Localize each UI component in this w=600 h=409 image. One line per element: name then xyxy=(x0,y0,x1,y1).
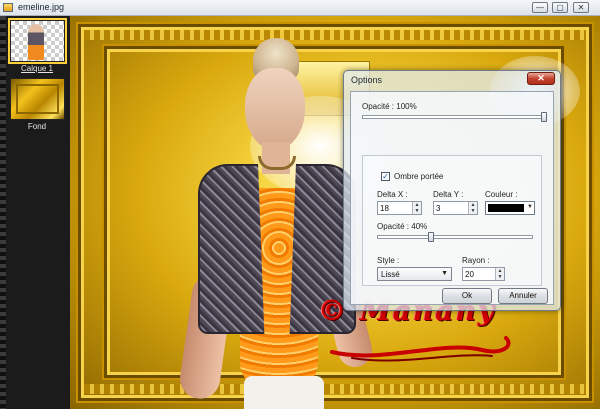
figure-face xyxy=(245,68,305,150)
layer-item-fond[interactable]: Fond xyxy=(6,78,68,131)
radius-label: Rayon : xyxy=(462,256,490,265)
restore-button[interactable]: ▢ xyxy=(552,2,568,13)
shadow-opacity-slider[interactable] xyxy=(377,235,533,239)
options-dialog: Options ✕ Opacité : 100% ✓ Ombre portée … xyxy=(343,70,561,311)
delta-y-value: 3 xyxy=(436,204,441,213)
opacity-label: Opacité : 100% xyxy=(362,102,417,111)
close-window-button[interactable]: ✕ xyxy=(573,2,589,13)
image-file-icon xyxy=(3,3,13,12)
layer-item-calque-1[interactable]: Calque 1 xyxy=(6,18,68,73)
figure-thumbnail-icon xyxy=(27,24,44,60)
shadow-group: ✓ Ombre portée Delta X : 18 ▲ ▼ Delta Y :… xyxy=(362,155,542,286)
minimize-button[interactable]: — xyxy=(532,2,548,13)
layer-thumbnail-calque-1[interactable] xyxy=(7,18,67,64)
app-window: emeline.jpg — ▢ ✕ Calque 1 Fond © Option… xyxy=(0,0,600,409)
layers-panel: Calque 1 Fond xyxy=(0,16,70,409)
opacity-slider-thumb[interactable] xyxy=(541,112,547,122)
layer-label: Calque 1 xyxy=(20,64,54,73)
window-title: emeline.jpg xyxy=(18,2,65,12)
delta-x-spinner[interactable]: 18 ▲ ▼ xyxy=(377,201,422,215)
opacity-slider[interactable] xyxy=(362,115,546,119)
ok-button[interactable]: Ok xyxy=(442,288,492,304)
delta-x-value: 18 xyxy=(380,204,389,213)
chevron-down-icon: ▼ xyxy=(527,204,533,210)
title-bar: emeline.jpg — ▢ ✕ xyxy=(0,0,600,16)
spinner-arrows-icon[interactable]: ▲ ▼ xyxy=(468,202,477,214)
style-value: Lissé xyxy=(381,270,400,279)
delta-x-label: Delta X : xyxy=(377,190,408,199)
style-select[interactable]: Lissé ▼ xyxy=(377,267,452,281)
layer-label: Fond xyxy=(27,122,47,131)
spinner-arrows-icon[interactable]: ▲ ▼ xyxy=(412,202,421,214)
film-strip-border xyxy=(0,16,6,409)
dialog-title: Options xyxy=(351,75,383,85)
shadow-opacity-slider-thumb[interactable] xyxy=(428,232,434,242)
layer-thumbnail-fond[interactable] xyxy=(9,78,65,120)
shadow-checkbox[interactable]: ✓ xyxy=(381,172,390,181)
shadow-opacity-label: Opacité : 40% xyxy=(377,222,428,231)
radius-value: 20 xyxy=(465,270,474,279)
dialog-body: Opacité : 100% ✓ Ombre portée Delta X : … xyxy=(350,91,554,305)
radius-spinner[interactable]: 20 ▲ ▼ xyxy=(462,267,505,281)
shadow-checkbox-label: Ombre portée xyxy=(394,172,444,181)
dialog-close-button[interactable]: ✕ xyxy=(527,72,555,85)
cancel-button[interactable]: Annuler xyxy=(498,288,548,304)
delta-y-spinner[interactable]: 3 ▲ ▼ xyxy=(433,201,478,215)
chevron-down-icon: ▼ xyxy=(441,270,448,277)
style-label: Style : xyxy=(377,256,400,265)
delta-y-label: Delta Y : xyxy=(433,190,464,199)
figure-necklace xyxy=(258,156,296,170)
shadow-color-picker[interactable]: ▼ xyxy=(485,201,535,215)
figure-skirt xyxy=(244,376,324,409)
spinner-arrows-icon[interactable]: ▲ ▼ xyxy=(495,268,504,280)
color-label: Couleur : xyxy=(485,190,518,199)
color-swatch xyxy=(488,204,524,212)
